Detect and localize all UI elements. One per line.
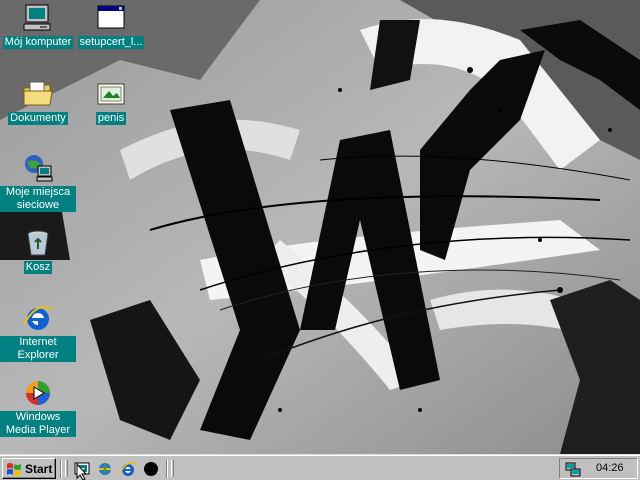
desktop-icon-windows-media-player[interactable]: Windows Media Player <box>0 377 76 437</box>
desktop-wallpaper <box>0 0 640 454</box>
network-tray-icon[interactable] <box>565 461 581 477</box>
desktop-icon-setupcert[interactable]: setupcert_l... <box>73 2 149 49</box>
network-places-icon <box>22 152 54 184</box>
system-tray: 04:26 <box>559 458 638 479</box>
desktop-icon-label: Kosz <box>23 261 53 274</box>
desktop-icon-label: setupcert_l... <box>77 36 145 49</box>
documents-folder-icon <box>22 78 54 110</box>
media-disc-icon <box>144 462 158 476</box>
recycle-bin-icon <box>22 227 54 259</box>
media-player-icon <box>22 377 54 409</box>
clock[interactable]: 04:26 <box>596 462 624 474</box>
desktop-icon-internet-explorer[interactable]: Internet Explorer <box>0 302 76 362</box>
desktop-icon-label: penis <box>95 112 127 125</box>
quick-launch-grip[interactable] <box>65 460 68 477</box>
channels-icon <box>99 463 111 475</box>
desktop-icon-label: Dokumenty <box>8 112 68 125</box>
desktop-icon-recycle-bin[interactable]: Kosz <box>0 227 76 274</box>
channels-button[interactable] <box>96 460 114 478</box>
desktop-icon-network-places[interactable]: Moje miejsca sieciowe <box>0 152 76 212</box>
taskbar-separator <box>60 459 62 478</box>
mouse-cursor-icon <box>76 463 88 480</box>
my-computer-icon <box>22 2 54 34</box>
start-label: Start <box>25 461 53 476</box>
desktop-icon-label: Mój komputer <box>2 36 74 49</box>
task-area-grip[interactable] <box>171 460 174 477</box>
image-file-icon <box>95 78 127 110</box>
desktop-icon-my-computer[interactable]: Mój komputer <box>0 2 76 49</box>
desktop-icon-image-file[interactable]: penis <box>73 78 149 125</box>
application-window-icon <box>95 2 127 34</box>
media-disc-button[interactable] <box>142 460 160 478</box>
start-button[interactable]: Start <box>2 458 56 479</box>
taskbar: Start 04:26 <box>0 454 640 480</box>
windows-logo-icon <box>7 462 21 476</box>
desktop-icon-label: Windows Media Player <box>0 411 76 437</box>
internet-explorer-icon <box>119 461 137 476</box>
launch-internet-explorer-button[interactable] <box>119 460 137 478</box>
desktop-icon-label: Internet Explorer <box>0 336 76 362</box>
taskbar-separator <box>166 459 168 478</box>
internet-explorer-icon <box>22 302 54 334</box>
desktop-icon-label: Moje miejsca sieciowe <box>0 186 76 212</box>
desktop-icon-documents[interactable]: Dokumenty <box>0 78 76 125</box>
